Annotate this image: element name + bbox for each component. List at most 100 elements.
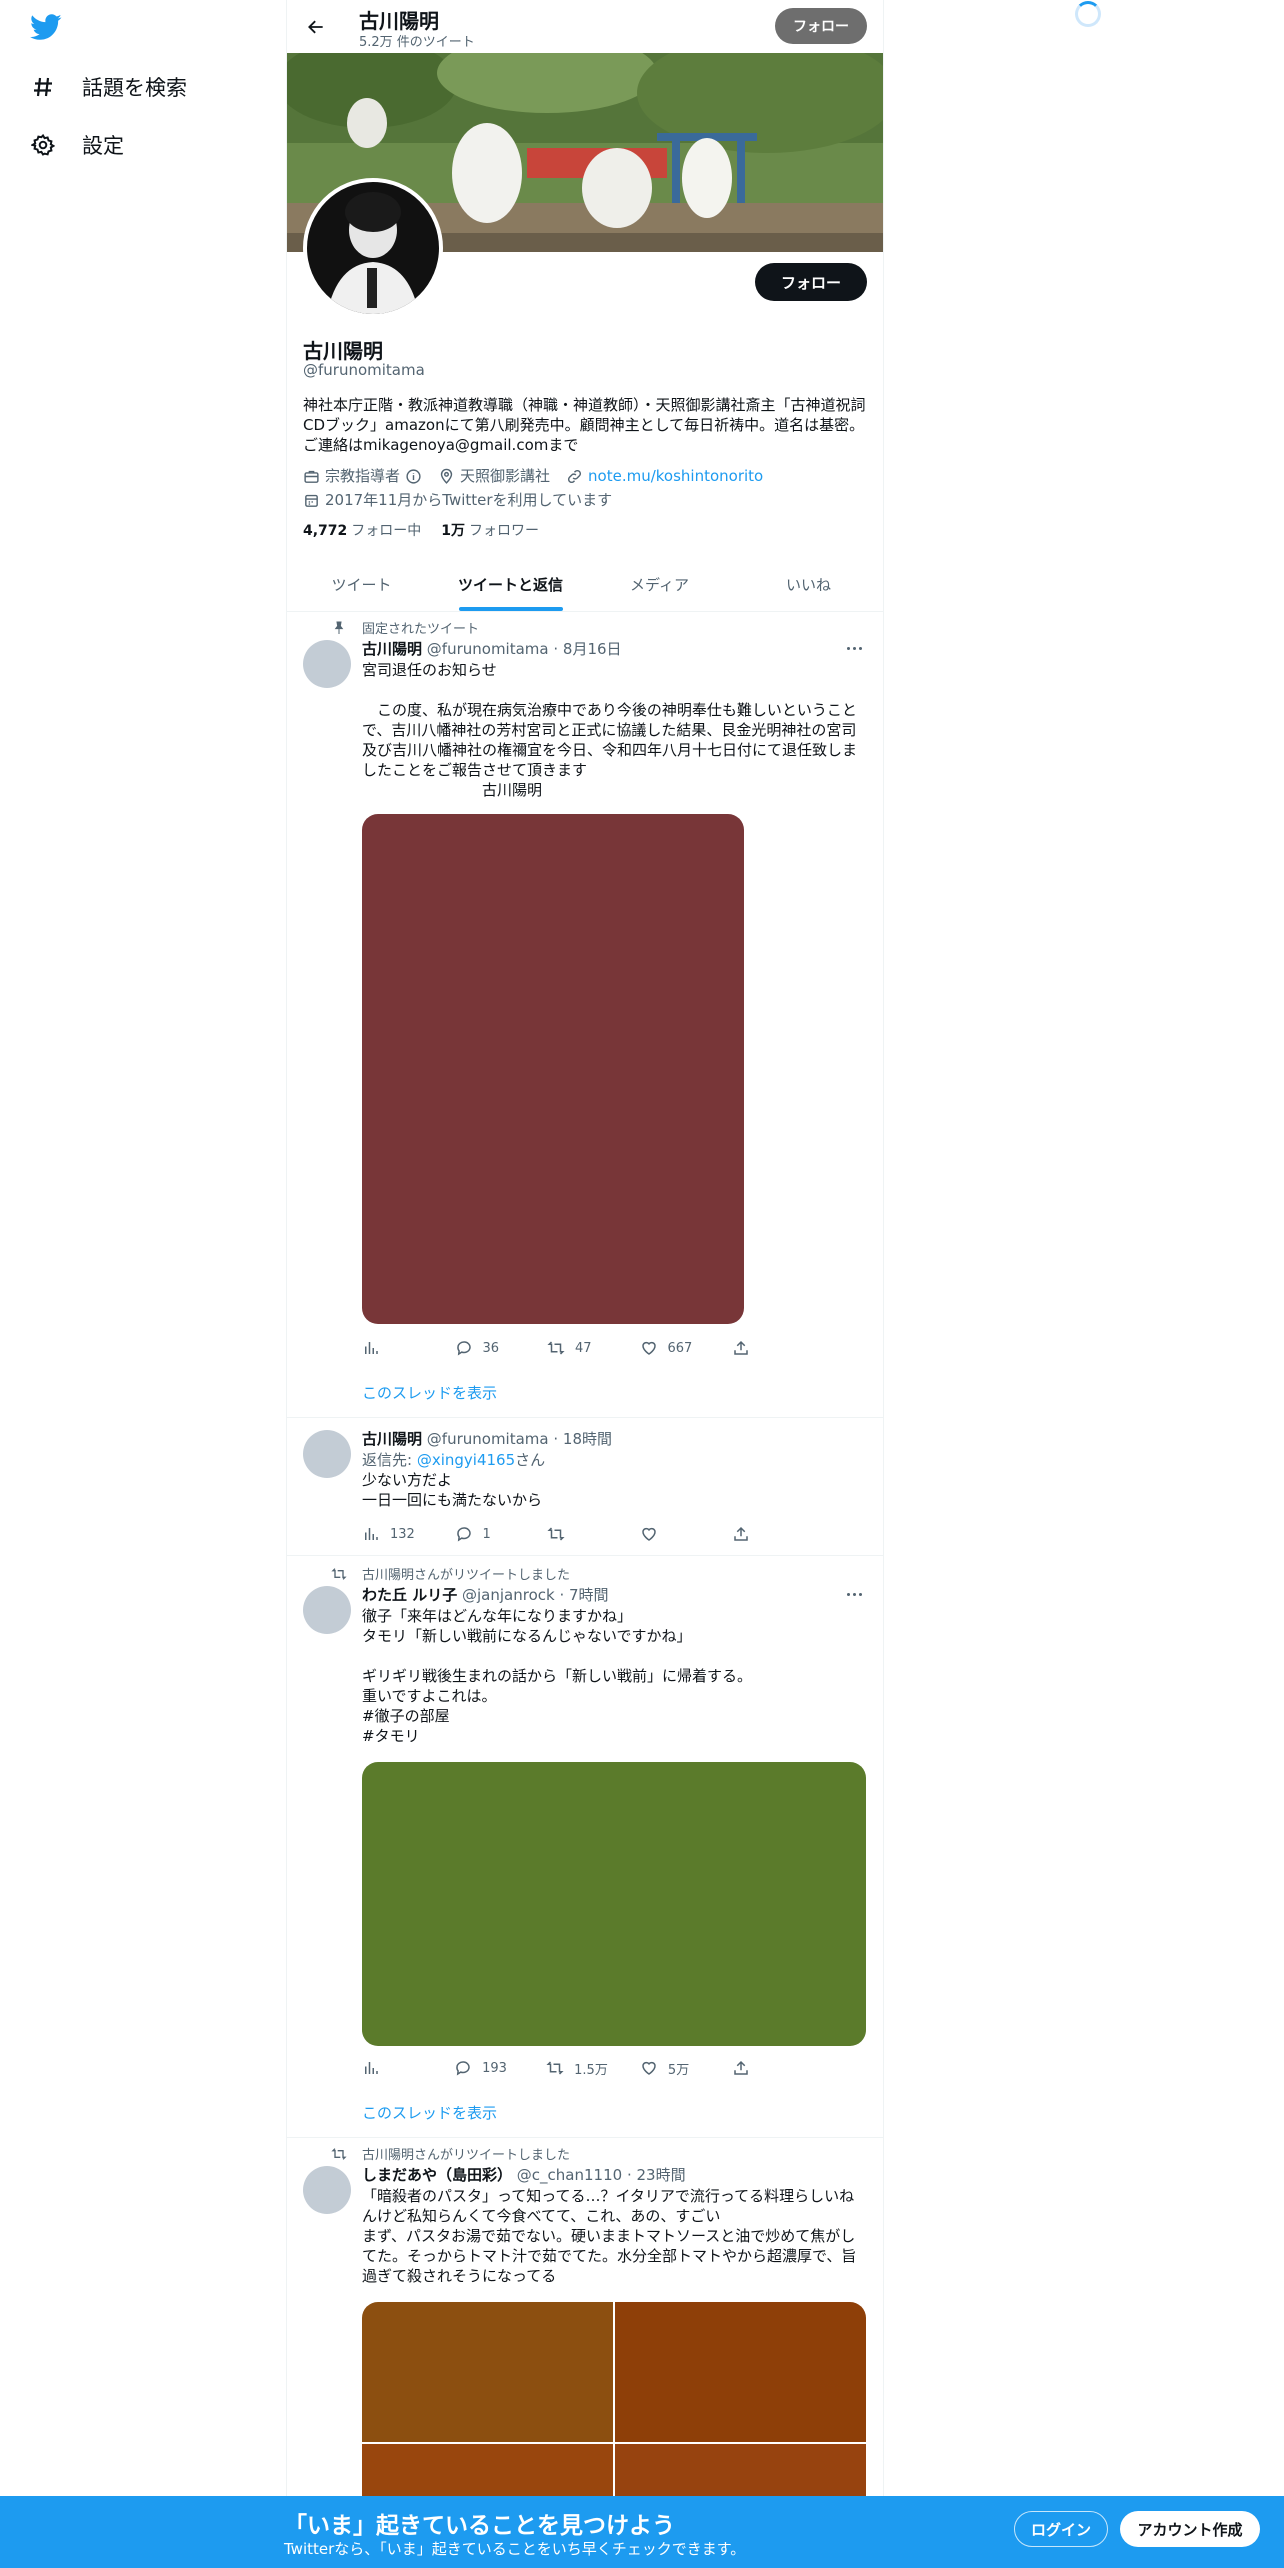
tweet-header: 古川陽明 @furunomitama · 18時間 xyxy=(362,1430,613,1448)
reply-button[interactable]: 1 xyxy=(455,1525,515,1543)
header-name: 古川陽明 xyxy=(359,9,439,33)
tweet-header: しまだあや（島田彩） @c_chan1110 · 23時間 xyxy=(362,2166,686,2184)
avatar[interactable] xyxy=(303,1430,351,1478)
profile-bio: 神社本庁正階・教派神道教導職（神職・神道教師）・天照御影講社斎主「古神道祝詞CD… xyxy=(303,396,866,454)
profile-name: 古川陽明 xyxy=(303,339,383,363)
calendar-icon xyxy=(305,494,318,507)
sidebar-item-label: 設定 xyxy=(82,134,124,158)
tweet-header: 古川陽明 @furunomitama · 8月16日 xyxy=(362,640,622,658)
more-icon[interactable] xyxy=(843,1586,865,1602)
tweet-actions: 132 1 xyxy=(362,1524,792,1544)
reply-icon xyxy=(456,2061,470,2076)
profile-avatar[interactable] xyxy=(303,178,443,318)
profile-header-bar: 古川陽明 5.2万 件のツイート フォロー xyxy=(287,0,883,53)
signup-banner-subtitle: Twitterなら、「いま」起きていることをいち早くチェックできます。 xyxy=(284,2540,746,2558)
tweet-actions: 193 1.5万 5万 xyxy=(362,2058,792,2078)
reply-to-mention[interactable]: @xingyi4165 xyxy=(417,1451,515,1469)
like-button[interactable] xyxy=(640,1525,700,1543)
reply-icon xyxy=(456,1527,471,1542)
sidebar-item-settings[interactable]: 設定 xyxy=(30,130,124,160)
back-arrow-icon[interactable] xyxy=(301,12,331,42)
heart-icon xyxy=(641,1527,656,1541)
retweet-button[interactable]: 1.5万 xyxy=(546,2059,608,2078)
retweet-icon xyxy=(331,2147,347,2160)
signup-banner-title: 「いま」起きていることを見つけよう xyxy=(284,2513,675,2539)
location-pin-icon xyxy=(440,468,453,484)
reply-icon xyxy=(456,1341,471,1356)
tweet-media[interactable] xyxy=(362,1762,866,2046)
tweet-text: 徹子「来年はどんな年になりますかね」 タモリ「新しい戦前になるんじゃないですかね… xyxy=(362,1607,753,1705)
analytics-icon xyxy=(365,1528,378,1540)
profile-location: 天照御影講社 xyxy=(438,466,550,486)
avatar[interactable] xyxy=(303,2166,351,2214)
reply-to-line: 返信先: @xingyi4165さん xyxy=(362,1451,546,1469)
share-button[interactable] xyxy=(732,2059,792,2077)
share-icon xyxy=(734,1340,748,1355)
hashtag-icon xyxy=(30,74,56,100)
tweet-text: 少ない方だよ 一日一回にも満たないから xyxy=(362,1471,543,1509)
follow-counts: 4,772 フォロー中 1万 フォロワー xyxy=(303,520,539,540)
link-icon xyxy=(568,469,582,483)
retweet-context: 古川陽明さんがリツイートしました xyxy=(331,1564,570,1583)
twitter-bird-icon[interactable] xyxy=(30,14,66,44)
profile-tabs: ツイート ツイートと返信 メディア いいね xyxy=(287,558,883,612)
retweet-button[interactable] xyxy=(547,1525,607,1543)
profile-category: 宗教指導者 xyxy=(303,466,422,486)
sidebar-item-label: 話題を検索 xyxy=(82,76,187,100)
hashtag-link[interactable]: #徹子の部屋 xyxy=(362,1706,866,1726)
pinned-context: 固定されたツイート xyxy=(334,618,479,637)
share-button[interactable] xyxy=(732,1339,792,1357)
like-button[interactable]: 5万 xyxy=(640,2059,700,2078)
like-button[interactable]: 667 xyxy=(640,1339,700,1357)
more-icon[interactable] xyxy=(843,640,865,656)
hashtag-link[interactable]: #タモリ xyxy=(362,1726,866,1746)
profile-url[interactable]: note.mu/koshintonorito xyxy=(566,466,763,486)
avatar[interactable] xyxy=(303,1586,351,1634)
tweet[interactable]: 固定されたツイート 古川陽明 @furunomitama · 8月16日 宮司退… xyxy=(287,612,883,1418)
profile-meta: 宗教指導者 天照御影講社 note.mu/koshintonorito 2017… xyxy=(303,466,867,510)
show-thread-link[interactable]: このスレッドを表示 xyxy=(362,2102,497,2123)
loading-spinner-icon xyxy=(1075,1,1101,27)
show-thread-link[interactable]: このスレッドを表示 xyxy=(362,1382,497,1403)
tweet[interactable]: 古川陽明 @furunomitama · 18時間 返信先: @xingyi41… xyxy=(287,1418,883,1556)
profile-column: 古川陽明 5.2万 件のツイート フォロー フォロー 古川陽明 @furunom… xyxy=(286,0,884,2568)
info-icon[interactable] xyxy=(405,468,422,485)
share-button[interactable] xyxy=(732,1525,792,1543)
profile-handle: @furunomitama xyxy=(303,361,425,379)
views-button[interactable] xyxy=(362,1339,422,1357)
analytics-icon xyxy=(365,1342,378,1354)
tab-media[interactable]: メディア xyxy=(585,558,734,611)
reply-button[interactable]: 193 xyxy=(454,2059,514,2077)
signup-button[interactable]: アカウント作成 xyxy=(1120,2511,1260,2547)
tweet-header: わた丘 ルリ子 @janjanrock · 7時間 xyxy=(362,1586,609,1604)
following-link[interactable]: 4,772 フォロー中 xyxy=(303,520,421,540)
views-button[interactable] xyxy=(362,2059,422,2077)
login-button[interactable]: ログイン xyxy=(1014,2511,1108,2547)
tab-tweets-and-replies[interactable]: ツイートと返信 xyxy=(436,558,585,611)
followers-link[interactable]: 1万 フォロワー xyxy=(441,520,539,540)
signup-banner: 「いま」起きていることを見つけよう Twitterなら、「いま」起きていることを… xyxy=(0,2496,1284,2568)
header-follow-button[interactable]: フォロー xyxy=(775,8,867,44)
retweet-icon xyxy=(547,1341,565,1355)
header-tweet-count: 5.2万 件のツイート xyxy=(359,35,475,50)
briefcase-icon xyxy=(304,470,319,483)
analytics-icon xyxy=(365,2062,378,2074)
sidebar-item-explore[interactable]: 話題を検索 xyxy=(30,72,187,102)
share-icon xyxy=(734,2060,748,2075)
retweet-context: 古川陽明さんがリツイートしました xyxy=(331,2144,570,2163)
tweet-media[interactable] xyxy=(362,814,744,1324)
retweet-icon xyxy=(546,2061,564,2075)
tab-likes[interactable]: いいね xyxy=(734,558,883,611)
tweet-text: 「暗殺者のパスタ」って知ってる…？イタリアで流行ってる料理らしいねんけど私知らん… xyxy=(362,2187,857,2285)
avatar[interactable] xyxy=(303,640,351,688)
retweet-button[interactable]: 47 xyxy=(547,1339,607,1357)
views-button[interactable]: 132 xyxy=(362,1525,422,1543)
tab-tweets[interactable]: ツイート xyxy=(287,558,436,611)
tweet-text: 宮司退任のお知らせ この度、私が現在病気治療中であり今後の神明奉仕も難しいという… xyxy=(362,661,858,799)
tweet[interactable]: 古川陽明さんがリツイートしました わた丘 ルリ子 @janjanrock · 7… xyxy=(287,1556,883,2138)
reply-button[interactable]: 36 xyxy=(455,1339,515,1357)
pin-icon xyxy=(334,621,344,634)
follow-button[interactable]: フォロー xyxy=(755,263,867,301)
heart-icon xyxy=(642,2061,656,2075)
heart-icon xyxy=(641,1341,656,1355)
